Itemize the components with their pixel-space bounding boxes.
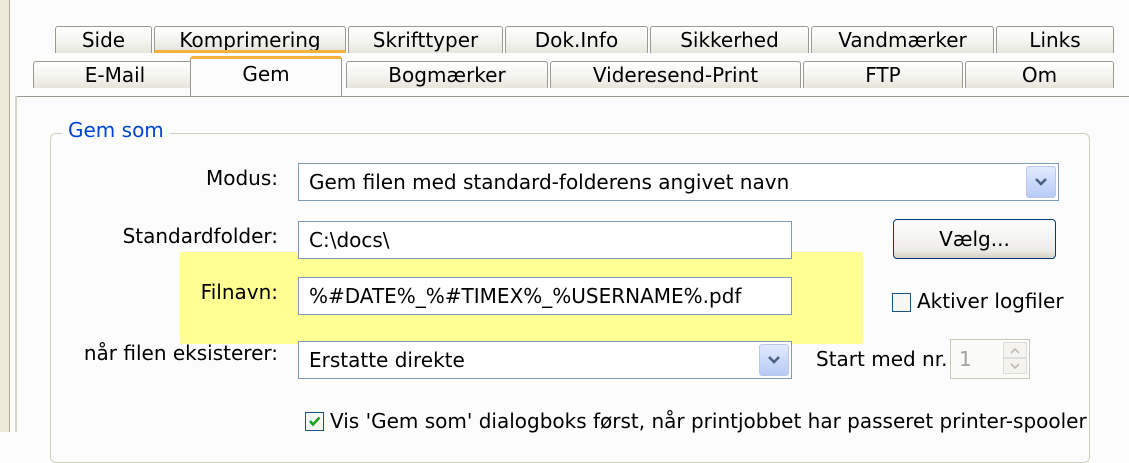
show-dialog-checkbox[interactable] [305, 412, 324, 431]
filnavn-input[interactable]: %#DATE%_%#TIMEX%_%USERNAME%.pdf [298, 277, 792, 315]
tab-gem[interactable]: Gem [190, 56, 342, 96]
start-spinner[interactable]: 1 [950, 339, 1030, 379]
tab-bogmaerker[interactable]: Bogmærker [346, 61, 548, 88]
tab-sikkerhed[interactable]: Sikkerhed [650, 26, 809, 53]
chevron-down-icon[interactable] [1026, 166, 1056, 198]
tab-komprimering[interactable]: Komprimering [154, 26, 346, 53]
aktiver-logfiler-checkbox[interactable] [892, 293, 911, 312]
exists-label: når filen eksisterer: [83, 341, 278, 365]
standardfolder-input[interactable]: C:\docs\ [298, 221, 792, 259]
start-value: 1 [959, 347, 972, 371]
modus-label: Modus: [205, 166, 278, 190]
window-frame [0, 0, 10, 432]
exists-value: Erstatte direkte [309, 348, 465, 372]
window-frame-inner [15, 96, 17, 432]
tab-videresend-print[interactable]: Videresend-Print [550, 61, 801, 88]
modus-select[interactable]: Gem filen med standard-folderens angivet… [298, 163, 1059, 201]
vaelg-button[interactable]: Vælg... [893, 219, 1056, 259]
tab-links[interactable]: Links [996, 26, 1114, 53]
tab-side[interactable]: Side [55, 26, 152, 53]
chevron-down-icon[interactable] [759, 344, 789, 376]
tab-e-mail[interactable]: E-Mail [33, 61, 197, 88]
spin-down-icon[interactable] [1003, 358, 1027, 374]
tab-vandmaerker[interactable]: Vandmærker [811, 26, 994, 53]
spin-up-icon[interactable] [1003, 342, 1027, 358]
tab-ftp[interactable]: FTP [803, 61, 963, 88]
start-label: Start med nr. [816, 347, 948, 371]
modus-value: Gem filen med standard-folderens angivet… [309, 170, 790, 194]
filnavn-label: Filnavn: [200, 280, 278, 304]
group-title: Gem som [62, 118, 170, 142]
exists-select[interactable]: Erstatte direkte [298, 341, 792, 379]
show-dialog-label: Vis 'Gem som' dialogboks først, når prin… [330, 409, 1087, 433]
checkmark-icon [309, 416, 321, 427]
tab-skrifttyper[interactable]: Skrifttyper [348, 26, 503, 53]
aktiver-logfiler-label: Aktiver logfiler [917, 289, 1064, 313]
tab-panel-border [17, 96, 1129, 97]
standardfolder-label: Standardfolder: [122, 224, 278, 248]
tab-dok-info[interactable]: Dok.Info [505, 26, 648, 53]
tab-om[interactable]: Om [965, 61, 1114, 88]
